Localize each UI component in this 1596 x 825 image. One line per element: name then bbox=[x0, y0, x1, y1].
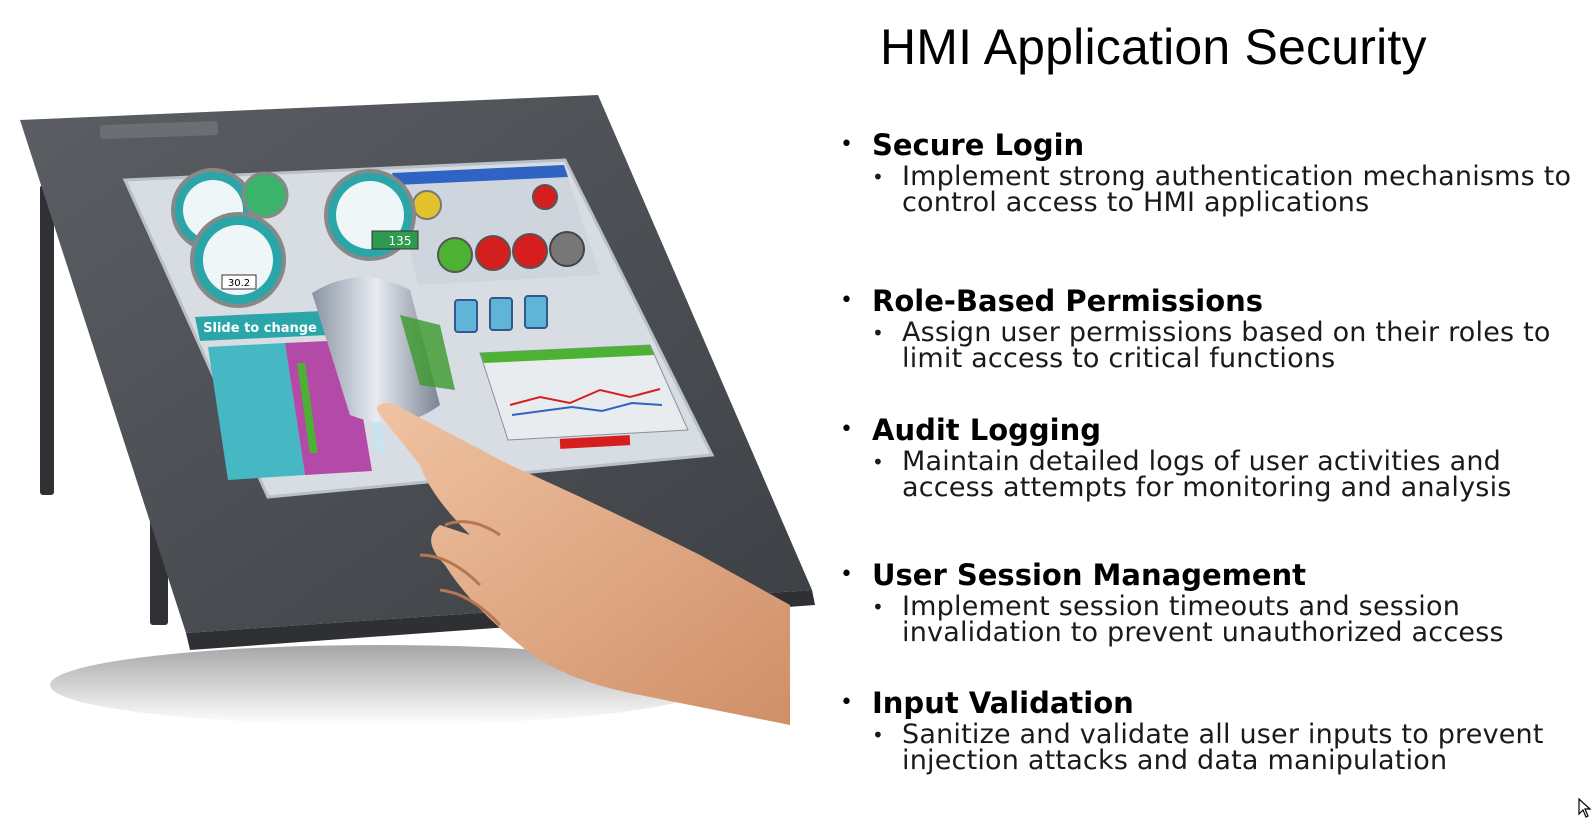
bullet-heading: Input Validation bbox=[840, 686, 1592, 720]
hmi-touchscreen-illustration: 30.2 135 Slide to change bbox=[0, 85, 830, 745]
mouse-pointer-icon bbox=[1578, 797, 1592, 822]
bullet-audit-logging: Audit Logging Maintain detailed logs of … bbox=[840, 413, 1592, 501]
bullet-detail: Assign user permissions based on their r… bbox=[872, 319, 1592, 372]
bullet-detail: Implement session timeouts and session i… bbox=[872, 593, 1592, 646]
bullet-heading: Secure Login bbox=[840, 128, 1592, 162]
bullet-user-session-management: User Session Management Implement sessio… bbox=[840, 558, 1592, 646]
bullet-heading: Audit Logging bbox=[840, 413, 1592, 447]
bullet-role-based-permissions: Role-Based Permissions Assign user permi… bbox=[840, 284, 1592, 372]
bullet-secure-login: Secure Login Implement strong authentica… bbox=[840, 128, 1592, 216]
gauge-readout-1: 135 bbox=[389, 234, 412, 248]
gauge-readout-2: 30.2 bbox=[228, 278, 250, 289]
bullet-heading: User Session Management bbox=[840, 558, 1592, 592]
bullet-detail: Sanitize and validate all user inputs to… bbox=[872, 721, 1592, 774]
slide-title: HMI Application Security bbox=[880, 19, 1427, 75]
slide-to-change-label: Slide to change bbox=[203, 321, 317, 336]
bullet-detail: Maintain detailed logs of user activitie… bbox=[872, 448, 1592, 501]
bullet-heading: Role-Based Permissions bbox=[840, 284, 1592, 318]
bullet-input-validation: Input Validation Sanitize and validate a… bbox=[840, 686, 1592, 774]
bullet-detail: Implement strong authentication mechanis… bbox=[872, 163, 1592, 216]
